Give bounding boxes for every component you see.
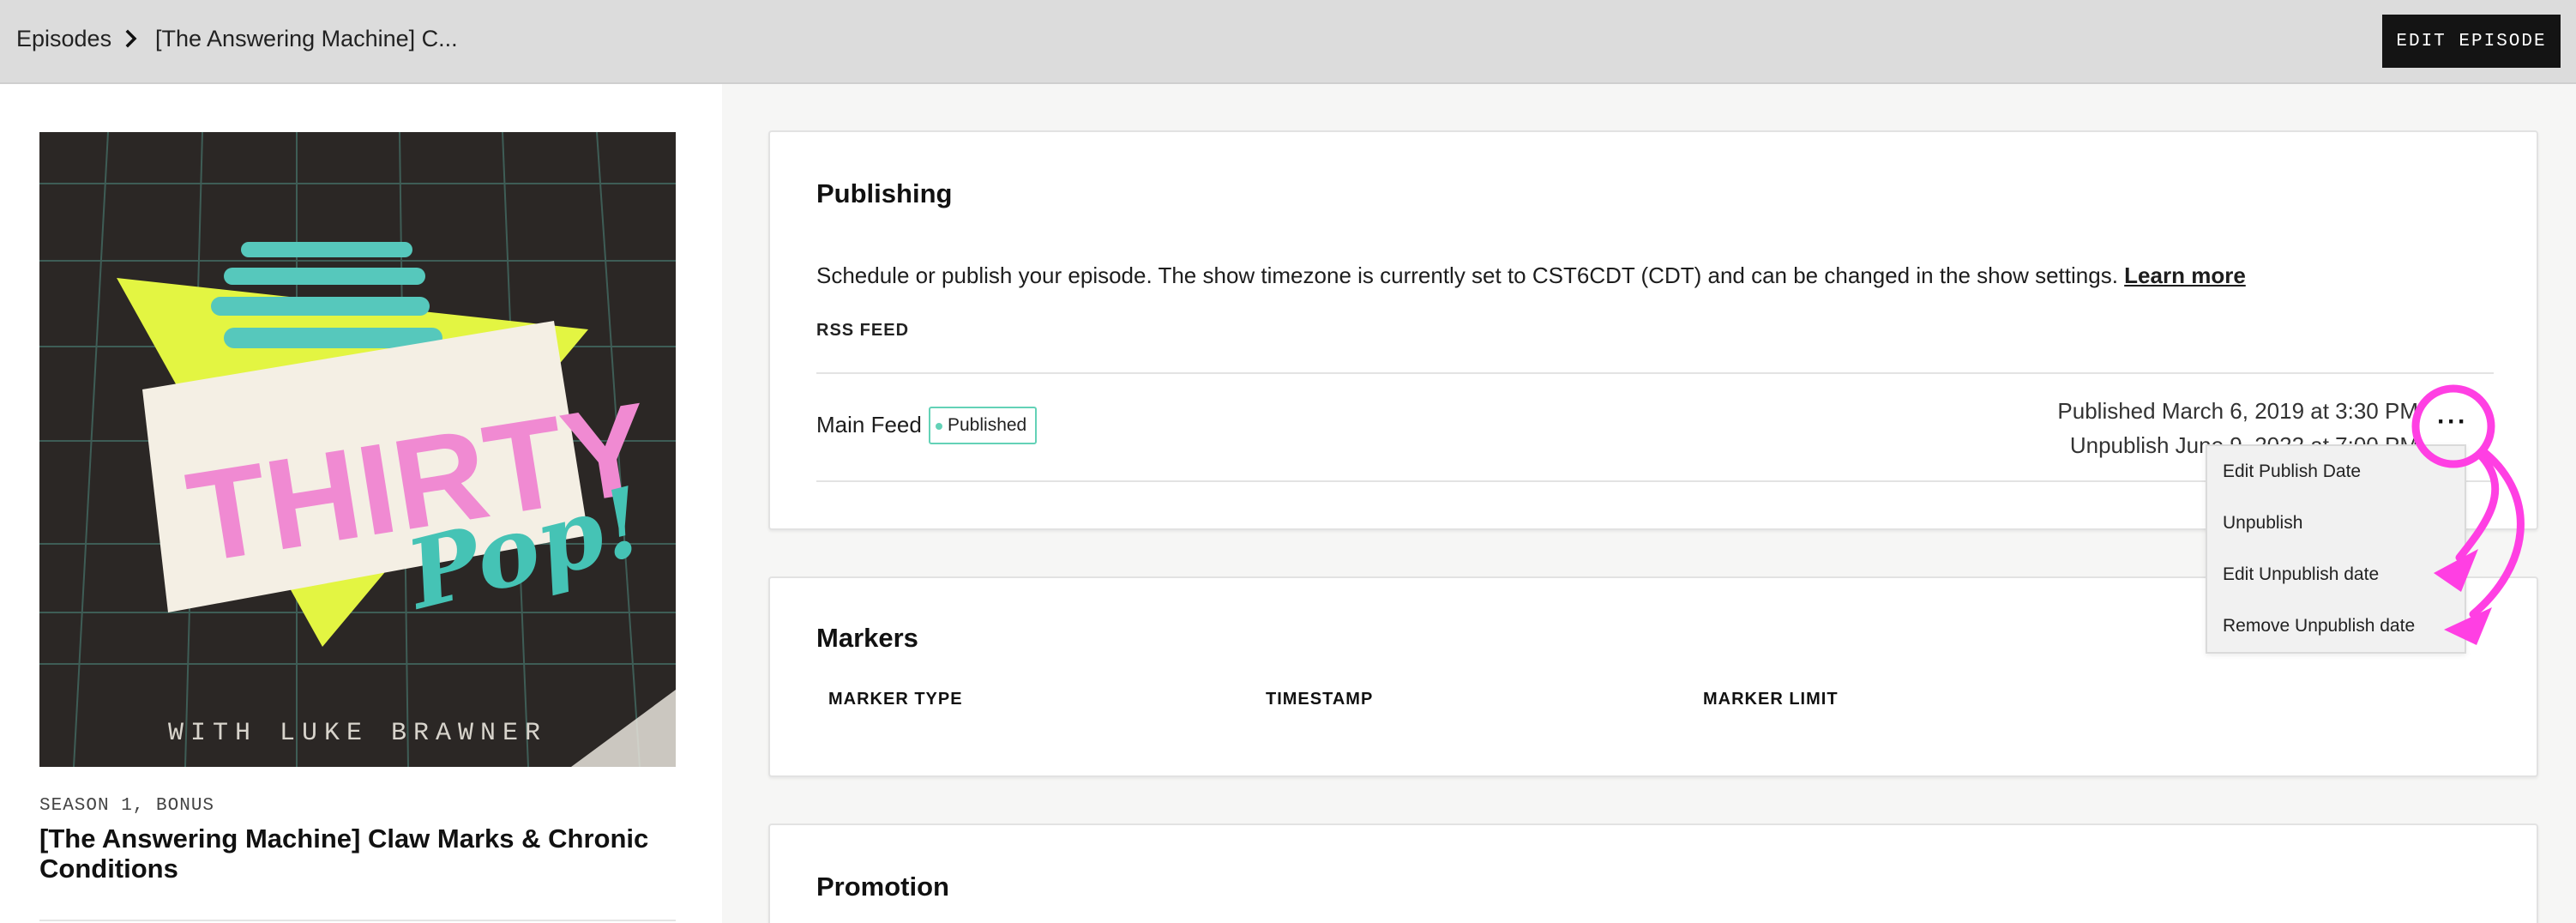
rss-feed-label: RSS FEED <box>816 321 910 340</box>
breadcrumb-episodes-link[interactable]: Episodes <box>16 26 111 52</box>
column-header-timestamp: TIMESTAMP <box>1266 690 1374 709</box>
markers-title: Markers <box>816 623 918 653</box>
feed-options-menu: Edit Publish Date Unpublish Edit Unpubli… <box>2206 444 2466 654</box>
episode-sidebar: THIRTY Pop! WITH LUKE BRAWNER SEASON 1, … <box>0 84 722 923</box>
status-badge-label: Published <box>948 415 1027 435</box>
season-label: SEASON 1, BONUS <box>39 796 215 816</box>
publishing-title: Publishing <box>816 178 953 208</box>
published-date: Published March 6, 2019 at 3:30 PM <box>2057 398 2418 424</box>
promotion-title: Promotion <box>816 872 949 902</box>
status-badge: Published <box>929 407 1038 444</box>
menu-item-edit-unpublish-date[interactable]: Edit Unpublish date <box>2223 564 2379 585</box>
divider <box>816 372 2494 374</box>
edit-episode-button[interactable]: EDIT EPISODE <box>2382 15 2561 68</box>
top-bar: Episodes [The Answering Machine] C... ED… <box>0 0 2576 84</box>
menu-item-edit-publish-date[interactable]: Edit Publish Date <box>2223 462 2361 482</box>
divider <box>39 920 676 921</box>
feed-name: Main Feed <box>816 412 922 437</box>
learn-more-link[interactable]: Learn more <box>2124 262 2246 288</box>
promotion-card: Promotion <box>768 823 2538 923</box>
more-options-button[interactable]: ··· <box>2435 407 2470 436</box>
column-header-marker-limit: MARKER LIMIT <box>1703 690 1839 709</box>
menu-item-remove-unpublish-date[interactable]: Remove Unpublish date <box>2223 616 2415 636</box>
ellipsis-icon: ··· <box>2437 407 2468 436</box>
status-dot-icon <box>936 423 942 430</box>
chevron-right-icon <box>125 29 137 48</box>
cover-credit-text: WITH LUKE BRAWNER <box>168 719 547 748</box>
menu-item-unpublish[interactable]: Unpublish <box>2223 513 2302 534</box>
breadcrumb-current: [The Answering Machine] C... <box>155 26 458 51</box>
episode-cover-art: THIRTY Pop! WITH LUKE BRAWNER <box>39 132 676 767</box>
episode-title: [The Answering Machine] Claw Marks & Chr… <box>39 823 649 884</box>
publishing-description: Schedule or publish your episode. The sh… <box>816 262 2246 289</box>
publishing-description-text: Schedule or publish your episode. The sh… <box>816 262 2118 288</box>
column-header-marker-type: MARKER TYPE <box>828 690 963 709</box>
